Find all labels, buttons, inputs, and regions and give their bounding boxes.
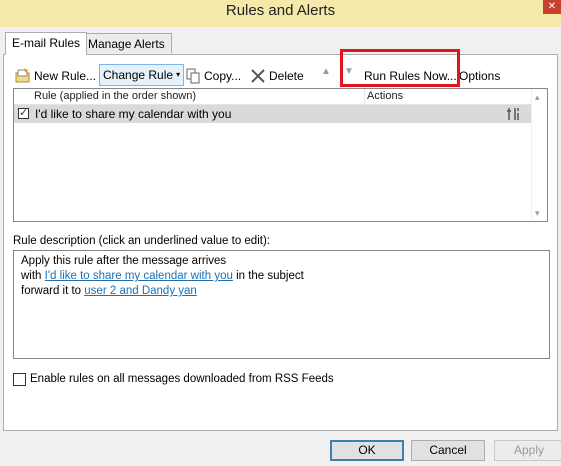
options-label: Options: [459, 68, 501, 83]
new-rule-label: New Rule...: [34, 68, 97, 83]
ok-button[interactable]: OK: [330, 440, 404, 461]
rule-row[interactable]: ✓ I'd like to share my calendar with you: [14, 105, 534, 123]
run-rules-now-button[interactable]: Run Rules Now...: [364, 65, 457, 85]
move-up-icon[interactable]: ▲: [321, 67, 331, 77]
rule-actions-icon[interactable]: [506, 107, 522, 121]
copy-icon: [185, 68, 201, 84]
cancel-button[interactable]: Cancel: [411, 440, 485, 461]
chevron-down-icon: ▾: [176, 69, 181, 79]
delete-button[interactable]: Delete: [250, 65, 304, 85]
tab-email-rules[interactable]: E-mail Rules: [5, 32, 88, 55]
close-icon[interactable]: ✕: [543, 0, 561, 14]
delete-label: Delete: [269, 68, 304, 83]
change-rule-dropdown[interactable]: Change Rule ▾: [99, 64, 185, 86]
change-rule-label: Change Rule: [103, 67, 174, 82]
rule-description-label: Rule description (click an underlined va…: [13, 235, 270, 247]
description-subject-text: in the subject: [236, 270, 304, 282]
tab-manage-alerts[interactable]: Manage Alerts: [81, 33, 172, 53]
column-header-rule[interactable]: Rule (applied in the order shown): [34, 89, 365, 104]
description-forward-text: forward it to: [21, 285, 82, 297]
apply-button[interactable]: Apply: [494, 440, 561, 461]
scroll-up-icon[interactable]: ▴: [535, 93, 544, 102]
window-title: Rules and Alerts: [225, 2, 336, 19]
move-down-icon[interactable]: ▼: [344, 67, 354, 77]
scroll-down-icon[interactable]: ▾: [535, 209, 544, 218]
description-with-text: with: [21, 270, 42, 282]
new-rule-button[interactable]: New Rule...: [15, 65, 96, 85]
rss-checkbox[interactable]: [13, 373, 26, 386]
rules-list-header: Rule (applied in the order shown) Action…: [14, 89, 534, 105]
options-button[interactable]: Options: [459, 65, 500, 85]
description-line-2: with I'd like to share my calendar with …: [21, 269, 542, 284]
rule-name: I'd like to share my calendar with you: [35, 107, 232, 121]
rule-enabled-checkbox[interactable]: ✓: [18, 108, 29, 119]
run-rules-now-label: Run Rules Now...: [364, 68, 457, 83]
delete-icon: [250, 68, 266, 84]
column-header-actions[interactable]: Actions: [367, 89, 403, 104]
subject-words-link[interactable]: I'd like to share my calendar with you: [45, 270, 233, 282]
email-rules-panel: New Rule... Change Rule ▾ Copy... Delete …: [3, 49, 558, 431]
description-line-3: forward it to user 2 and Dandy yan: [21, 284, 542, 299]
description-line-1: Apply this rule after the message arrive…: [21, 255, 227, 267]
rule-description-box: Apply this rule after the message arrive…: [13, 250, 550, 359]
rules-list[interactable]: Rule (applied in the order shown) Action…: [13, 88, 548, 222]
copy-button[interactable]: Copy...: [185, 65, 241, 85]
rss-option-label: Enable rules on all messages downloaded …: [30, 373, 334, 385]
rules-list-scrollbar[interactable]: ▴ ▾: [531, 89, 547, 221]
copy-label: Copy...: [204, 68, 242, 83]
forward-recipients-link[interactable]: user 2 and Dandy yan: [84, 285, 197, 297]
title-bar: Rules and Alerts ✕: [0, 0, 561, 27]
new-rule-icon: [15, 68, 31, 84]
